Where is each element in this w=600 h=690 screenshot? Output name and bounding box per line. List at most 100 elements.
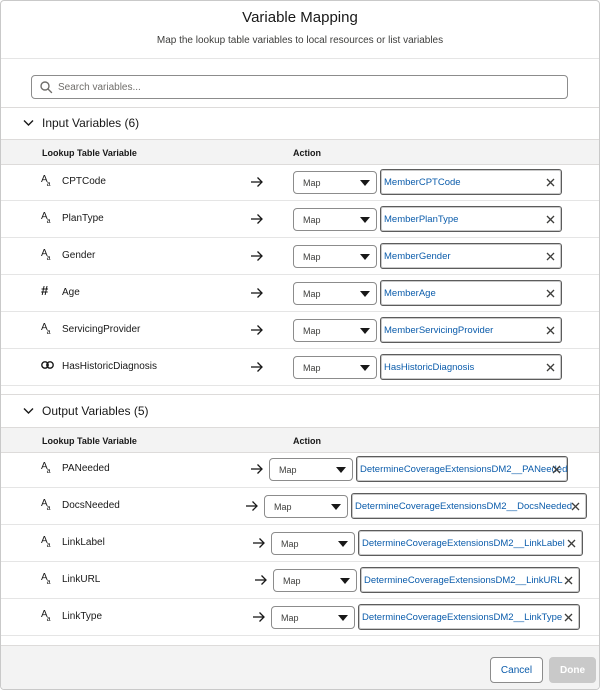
clear-icon[interactable] — [567, 539, 576, 548]
clear-icon[interactable] — [546, 215, 555, 224]
table-row: Aa LinkURL Map DetermineCoverageExtensionsD… — [1, 562, 599, 599]
variable-name: PlanType — [62, 213, 104, 224]
mapped-resource-field[interactable]: DetermineCoverageExtensionsDM2__PANeeded — [356, 456, 568, 482]
chevron-down-icon — [23, 408, 34, 414]
arrow-right-icon — [255, 575, 267, 585]
chevron-down-icon — [340, 578, 350, 584]
chevron-down-icon — [360, 291, 370, 297]
variable-name: Gender — [62, 250, 96, 261]
table-row: Aa CPTCode Map MemberCPTCode — [1, 164, 599, 201]
input-variables-toggle[interactable]: Input Variables (6) — [23, 113, 139, 133]
table-row: Aa Gender Map MemberGender — [1, 238, 599, 275]
search-box[interactable] — [31, 75, 568, 99]
done-button[interactable]: Done — [549, 657, 596, 683]
table-row: Aa ServicingProvider Map MemberServicingPro… — [1, 312, 599, 349]
action-select[interactable]: Map — [273, 569, 357, 592]
mapped-resource-value: MemberServicingProvider — [384, 325, 494, 336]
mapped-resource-field[interactable]: MemberPlanType — [380, 206, 562, 232]
column-action: Action — [293, 436, 321, 446]
table-row: Aa LinkType Map DetermineCoverageExtensions… — [1, 599, 599, 636]
mapped-resource-value: DetermineCoverageExtensionsDM2__LinkType — [362, 612, 563, 623]
chevron-down-icon — [360, 217, 370, 223]
mapped-resource-value: DetermineCoverageExtensionsDM2__LinkLabe… — [362, 538, 565, 549]
table-row: Aa DocsNeeded Map DetermineCoverageExtensio… — [1, 488, 599, 525]
action-select-value: Map — [303, 363, 321, 373]
mapped-resource-field[interactable]: MemberServicingProvider — [380, 317, 562, 343]
action-select[interactable]: Map — [293, 208, 377, 231]
column-action: Action — [293, 148, 321, 158]
modal-title: Variable Mapping — [242, 9, 358, 26]
variable-name: HasHistoricDiagnosis — [62, 361, 158, 372]
mapped-resource-field[interactable]: MemberCPTCode — [380, 169, 562, 195]
variable-name: LinkURL — [62, 574, 101, 585]
clear-icon[interactable] — [546, 326, 555, 335]
arrow-right-icon — [246, 501, 258, 511]
mapped-resource-value: DetermineCoverageExtensionsDM2__PANeeded — [360, 464, 568, 475]
text-type-icon: Aa — [41, 174, 51, 189]
modal-subtitle: Map the lookup table variables to local … — [156, 35, 444, 46]
action-select[interactable]: Map — [269, 458, 353, 481]
arrow-right-icon — [251, 325, 263, 335]
action-select[interactable]: Map — [293, 356, 377, 379]
action-select[interactable]: Map — [271, 606, 355, 629]
clear-icon[interactable] — [546, 252, 555, 261]
mapped-resource-field[interactable]: MemberAge — [380, 280, 562, 306]
clear-icon[interactable] — [564, 613, 573, 622]
cancel-button[interactable]: Cancel — [490, 657, 543, 683]
modal-footer: Cancel Done — [1, 645, 599, 689]
table-row: Aa PANeeded Map DetermineCoverageExtensions… — [1, 451, 599, 488]
variable-name: Age — [62, 287, 80, 298]
arrow-right-icon — [251, 214, 263, 224]
mapped-resource-field[interactable]: DetermineCoverageExtensionsDM2__DocsNeed… — [351, 493, 587, 519]
chevron-down-icon — [360, 180, 370, 186]
arrow-right-icon — [251, 362, 263, 372]
output-variables-toggle[interactable]: Output Variables (5) — [23, 401, 149, 421]
mapped-resource-field[interactable]: HasHistoricDiagnosis — [380, 354, 562, 380]
clear-icon[interactable] — [571, 502, 580, 511]
arrow-right-icon — [253, 538, 265, 548]
arrow-right-icon — [251, 251, 263, 261]
mapped-resource-field[interactable]: DetermineCoverageExtensionsDM2__LinkType — [358, 604, 580, 630]
mapped-resource-value: MemberGender — [384, 251, 451, 262]
action-select[interactable]: Map — [264, 495, 348, 518]
mapped-resource-value: MemberCPTCode — [384, 177, 461, 188]
action-select-value: Map — [303, 252, 321, 262]
action-select[interactable]: Map — [293, 245, 377, 268]
divider — [1, 107, 599, 108]
clear-icon[interactable] — [552, 465, 561, 474]
action-select[interactable]: Map — [293, 171, 377, 194]
search-input[interactable] — [56, 77, 556, 97]
mapped-resource-field[interactable]: DetermineCoverageExtensionsDM2__LinkURL — [360, 567, 580, 593]
clear-icon[interactable] — [546, 363, 555, 372]
action-select-value: Map — [303, 289, 321, 299]
clear-icon[interactable] — [546, 178, 555, 187]
table-row: # Age Map MemberAge — [1, 275, 599, 312]
text-type-icon: Aa — [41, 609, 51, 624]
clear-icon[interactable] — [564, 576, 573, 585]
search-icon — [40, 81, 53, 94]
input-column-header: Lookup Table Variable Action — [1, 139, 599, 165]
mapped-resource-value: HasHistoricDiagnosis — [384, 362, 475, 373]
clear-icon[interactable] — [546, 289, 555, 298]
mapped-resource-field[interactable]: DetermineCoverageExtensionsDM2__LinkLabe… — [358, 530, 583, 556]
chevron-down-icon — [360, 365, 370, 371]
table-row: Aa PlanType Map MemberPlanType — [1, 201, 599, 238]
number-type-icon: # — [41, 283, 49, 298]
chevron-down-icon — [360, 254, 370, 260]
column-lookup-variable: Lookup Table Variable — [42, 148, 137, 158]
table-row: Aa LinkLabel Map DetermineCoverageExtension… — [1, 525, 599, 562]
action-select[interactable]: Map — [293, 319, 377, 342]
arrow-right-icon — [251, 288, 263, 298]
action-select[interactable]: Map — [293, 282, 377, 305]
variable-name: PANeeded — [62, 463, 110, 474]
mapped-resource-value: MemberAge — [384, 288, 436, 299]
variable-name: LinkType — [62, 611, 103, 622]
chevron-down-icon — [360, 328, 370, 334]
action-select[interactable]: Map — [271, 532, 355, 555]
text-type-icon: Aa — [41, 498, 51, 513]
mapped-resource-field[interactable]: MemberGender — [380, 243, 562, 269]
action-select-value: Map — [281, 539, 299, 549]
text-type-icon: Aa — [41, 535, 51, 550]
output-column-header: Lookup Table Variable Action — [1, 427, 599, 453]
arrow-right-icon — [251, 464, 263, 474]
